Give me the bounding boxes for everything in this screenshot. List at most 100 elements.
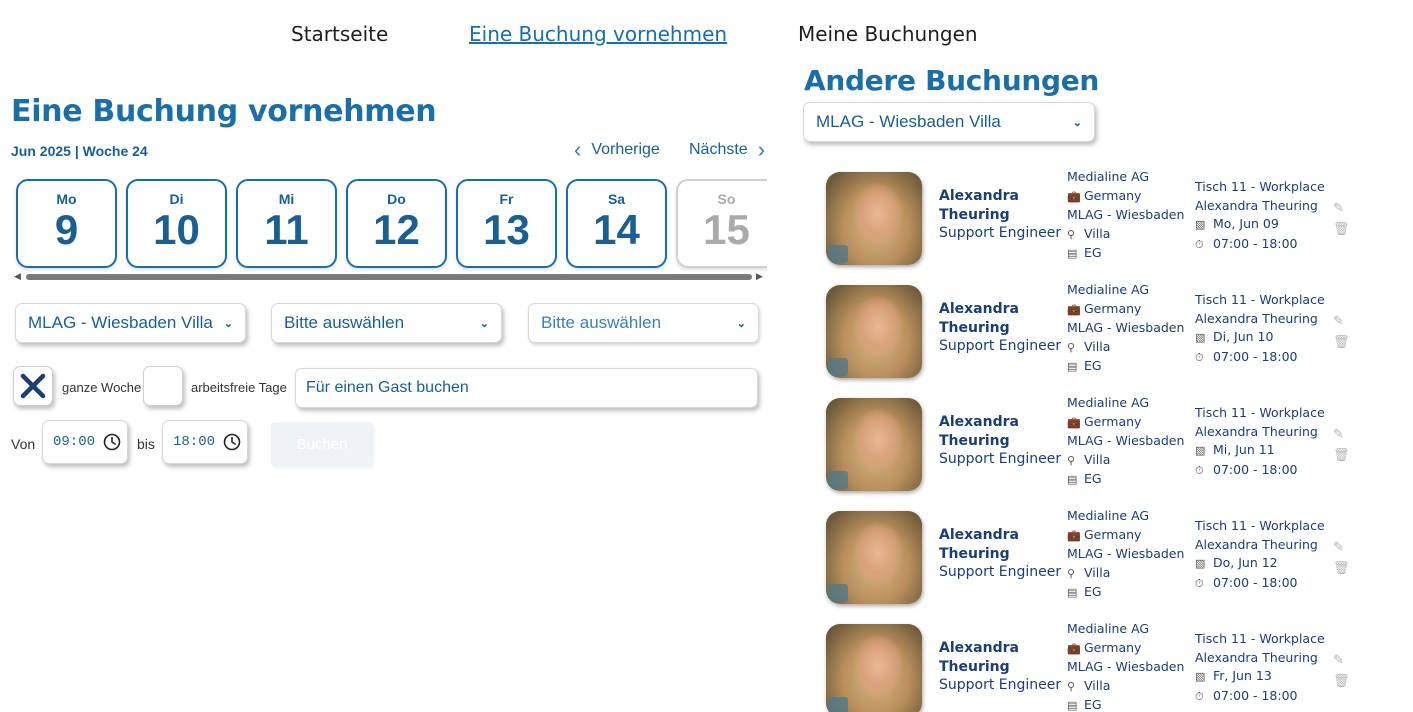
to-label: bis [137,436,155,452]
week-label: Jun 2025 | Woche 24 [11,143,148,159]
location-info: Medialine AG 💼 Germany MLAG - Wiesbaden ⚲… [1067,281,1184,377]
country: Germany [1084,526,1142,542]
desk-name: Tisch 11 - Workplace [1195,631,1325,646]
booked-by: Alexandra Theuring [1195,649,1318,665]
edit-pencil-icon[interactable]: ✎ [1333,539,1344,555]
delete-trash-icon[interactable]: 🗑 [1333,221,1350,237]
avatar [826,511,922,604]
location-info: Medialine AG 💼 Germany MLAG - Wiesbaden ⚲… [1067,620,1184,712]
location-select[interactable]: MLAG - Wiesbaden Villa ⌄ [15,303,246,343]
booking-date: Mi, Jun 11 [1213,442,1275,457]
building: Villa [1084,564,1111,580]
site-name: MLAG - Wiesbaden [1067,207,1185,222]
briefcase-icon: 💼 [1067,415,1081,429]
day-card-mo[interactable]: Mo 9 [16,179,117,268]
day-name: So [717,191,736,207]
day-card-do[interactable]: Do 12 [346,179,447,268]
clock-icon [223,433,241,451]
desk-info: Tisch 11 - Workplace Alexandra Theuring … [1195,404,1325,480]
person-name: Alexandra Theuring [939,527,1019,562]
delete-trash-icon[interactable]: 🗑 [1333,560,1350,576]
desk-name: Tisch 11 - Workplace [1195,405,1325,420]
whole-week-label: ganze Woche [62,380,142,395]
guest-booking-input[interactable]: Für einen Gast buchen [295,368,758,408]
clock-icon [103,433,121,451]
nav-my-bookings-link[interactable]: Meine Buchungen [798,22,978,46]
edit-pencil-icon[interactable]: ✎ [1333,200,1344,216]
day-card-so[interactable]: So 15 [676,179,767,268]
day-number: 15 [703,206,750,253]
whole-week-checkbox[interactable] [13,366,53,406]
avatar [826,624,922,712]
booking-card: Alexandra Theuring Support Engineer Media… [826,168,1366,268]
room-select[interactable]: Bitte auswählen ⌄ [528,303,759,343]
day-card-sa[interactable]: Sa 14 [566,179,667,268]
desk-name: Tisch 11 - Workplace [1195,292,1325,307]
previous-week-label: Vorherige [591,141,660,158]
desk-info: Tisch 11 - Workplace Alexandra Theuring … [1195,178,1325,254]
stopwatch-icon: ⏱ [1195,689,1204,703]
location-select-value: MLAG - Wiesbaden Villa [28,313,213,332]
floor: EG [1084,245,1102,260]
day-card-mi[interactable]: Mi 11 [236,179,337,268]
booking-date: Fr, Jun 13 [1213,668,1272,683]
person-role: Support Engineer [939,677,1062,693]
page-title: Eine Buchung vornehmen [11,94,437,129]
booked-by: Alexandra Theuring [1195,423,1318,439]
nav-home-link[interactable]: Startseite [291,22,388,46]
avatar [826,398,922,491]
from-label: Von [11,436,36,452]
submit-booking-button[interactable]: Buchen [271,422,373,466]
previous-week-button[interactable]: ‹ Vorherige [574,139,660,161]
non-working-days-checkbox[interactable] [143,366,183,406]
floor: EG [1084,471,1102,486]
country: Germany [1084,187,1142,203]
desk-info: Tisch 11 - Workplace Alexandra Theuring … [1195,517,1325,593]
person-name: Alexandra Theuring [939,301,1019,336]
day-name: Mo [56,191,77,207]
to-time-input[interactable]: 18:00 [162,420,248,464]
building: Villa [1084,451,1111,467]
next-week-button[interactable]: Nächste › [689,139,765,161]
day-number: 13 [483,206,530,253]
briefcase-icon: 💼 [1067,302,1081,316]
delete-trash-icon[interactable]: 🗑 [1333,334,1350,350]
booking-card: Alexandra Theuring Support Engineer Media… [826,281,1366,381]
from-time-input[interactable]: 09:00 [42,420,128,464]
day-card-fr[interactable]: Fr 13 [456,179,557,268]
check-x-icon [20,373,46,399]
location-info: Medialine AG 💼 Germany MLAG - Wiesbaden ⚲… [1067,394,1184,490]
delete-trash-icon[interactable]: 🗑 [1333,673,1350,689]
booking-date: Do, Jun 12 [1213,555,1278,570]
chevron-left-icon: ‹ [574,137,582,162]
day-number: 14 [593,206,640,253]
company-name: Medialine AG [1067,395,1150,410]
delete-trash-icon[interactable]: 🗑 [1333,447,1350,463]
booking-card: Alexandra Theuring Support Engineer Media… [826,620,1366,712]
stopwatch-icon: ⏱ [1195,576,1204,590]
booking-card: Alexandra Theuring Support Engineer Media… [826,394,1366,494]
floor-select[interactable]: Bitte auswählen ⌄ [271,303,502,343]
day-scrollbar[interactable]: ◀ ▶ [14,271,764,282]
edit-pencil-icon[interactable]: ✎ [1333,313,1344,329]
edit-pencil-icon[interactable]: ✎ [1333,426,1344,442]
floor-icon: ▤ [1067,360,1078,373]
guest-booking-placeholder: Für einen Gast buchen [306,379,469,396]
floor: EG [1084,584,1102,599]
other-bookings-location-select[interactable]: MLAG - Wiesbaden Villa ⌄ [803,102,1095,142]
booked-by: Alexandra Theuring [1195,536,1318,552]
person-name: Alexandra Theuring [939,414,1019,449]
day-number: 11 [264,206,309,253]
chevron-down-icon: ⌄ [736,317,746,330]
scroll-left-arrow-icon[interactable]: ◀ [14,271,21,282]
edit-pencil-icon[interactable]: ✎ [1333,652,1344,668]
floor-icon: ▤ [1067,247,1078,260]
calendar-icon: ▧ [1195,444,1206,457]
desk-info: Tisch 11 - Workplace Alexandra Theuring … [1195,291,1325,367]
building: Villa [1084,225,1111,241]
scroll-thumb[interactable] [26,274,752,280]
day-card-di[interactable]: Di 10 [126,179,227,268]
person-role: Support Engineer [939,564,1062,580]
scroll-right-arrow-icon[interactable]: ▶ [756,271,763,282]
nav-book-link[interactable]: Eine Buchung vornehmen [469,22,727,46]
